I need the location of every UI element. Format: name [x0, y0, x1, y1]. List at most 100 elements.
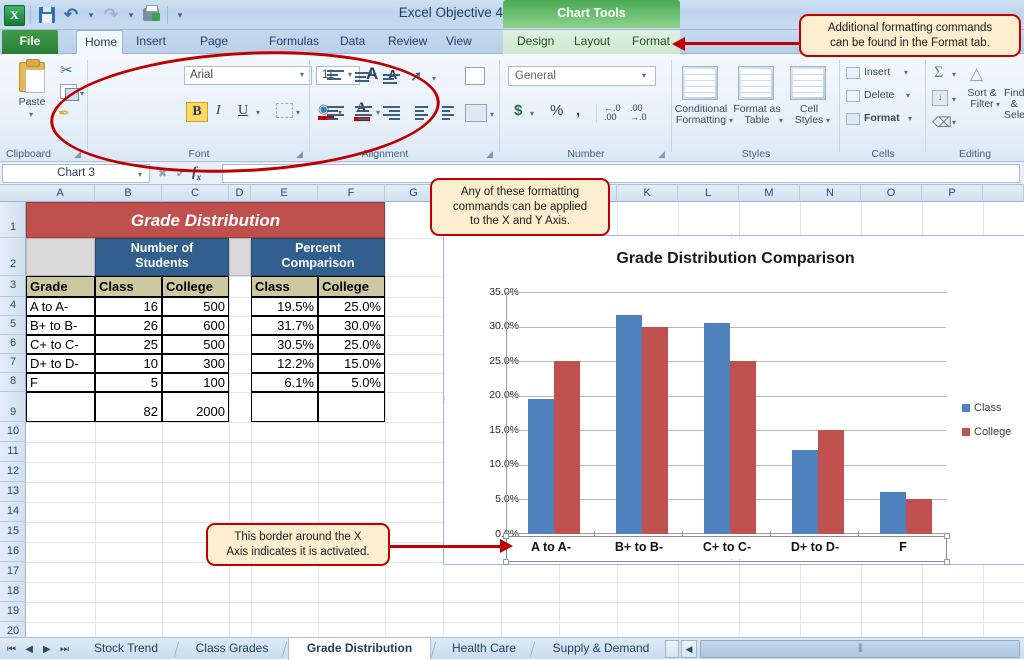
cell-class-count-4[interactable]: 10	[95, 354, 162, 373]
cell-college-percent-2[interactable]: 30.0%	[318, 316, 385, 335]
tab-view[interactable]: View	[438, 30, 478, 54]
decrease-decimal-icon[interactable]: .00 →.0	[630, 104, 647, 122]
cell-total-college-count[interactable]: 2000	[162, 392, 229, 422]
chevron-down-icon[interactable]: ▾	[904, 68, 908, 77]
plot-area[interactable]	[506, 292, 946, 534]
row-header-9[interactable]: 9	[0, 392, 26, 422]
formula-input[interactable]	[222, 164, 1020, 183]
tab-format[interactable]: Format	[625, 30, 677, 54]
row-header-10[interactable]: 10	[0, 422, 26, 442]
cell-total-college-percent[interactable]	[318, 392, 385, 422]
blank-cell-d2[interactable]	[229, 238, 251, 276]
autosum-dropdown-icon[interactable]: ▾	[952, 70, 956, 79]
row-header-3[interactable]: 3	[0, 276, 26, 297]
cell-grade-3[interactable]: C+ to C-	[26, 335, 95, 354]
alignment-dialog-launcher[interactable]: ◢	[486, 149, 496, 159]
chart-left-handle[interactable]: ⋮	[441, 396, 449, 404]
chart-title[interactable]: Grade Distribution Comparison	[444, 250, 1024, 268]
fill-dropdown-icon[interactable]: ▾	[952, 95, 956, 104]
sheet-nav-buttons[interactable]: ⏮ ◀ ▶ ⏭	[4, 641, 72, 657]
cell-class-percent-3[interactable]: 30.5%	[251, 335, 318, 354]
tab-home[interactable]: Home	[76, 30, 123, 54]
cell-class-count-5[interactable]: 5	[95, 373, 162, 392]
chevron-down-icon[interactable]: ▾	[996, 100, 1000, 109]
bar-college-3[interactable]	[730, 361, 756, 534]
row-header-2[interactable]: 2	[0, 238, 26, 276]
row-header-19[interactable]: 19	[0, 602, 26, 622]
cell-class-percent-2[interactable]: 31.7%	[251, 316, 318, 335]
number-format-dropdown-icon[interactable]: ▾	[642, 71, 669, 80]
bar-college-5[interactable]	[906, 499, 932, 534]
cell-class-count-1[interactable]: 16	[95, 297, 162, 316]
cell-total-class-percent[interactable]	[251, 392, 318, 422]
header-college-count[interactable]: College	[162, 276, 229, 297]
cell-grade-4[interactable]: D+ to D-	[26, 354, 95, 373]
table-title-cell[interactable]: Grade Distribution	[26, 202, 385, 238]
cell-college-percent-3[interactable]: 25.0%	[318, 335, 385, 354]
header-grade[interactable]: Grade	[26, 276, 95, 297]
fill-icon[interactable]: ↓	[932, 90, 948, 106]
clear-dropdown-icon[interactable]: ▾	[952, 118, 956, 127]
group-header-percent-comparison[interactable]: Percent Comparison	[251, 238, 385, 276]
tab-file[interactable]: File	[2, 30, 58, 54]
cell-class-percent-5[interactable]: 6.1%	[251, 373, 318, 392]
sheet-tab-class-grades[interactable]: Class Grades	[182, 638, 282, 660]
prev-sheet-icon[interactable]: ◀	[22, 644, 37, 655]
currency-button[interactable]: $	[514, 102, 522, 119]
name-box[interactable]: Chart 3	[2, 164, 150, 183]
sheet-tab-health-care[interactable]: Health Care	[438, 638, 530, 660]
tab-data[interactable]: Data	[332, 30, 370, 54]
header-class-count[interactable]: Class	[95, 276, 162, 297]
bar-class-2[interactable]	[616, 314, 642, 534]
column-header-m[interactable]: M	[739, 185, 800, 202]
tab-review[interactable]: Review	[380, 30, 430, 54]
row-header-18[interactable]: 18	[0, 582, 26, 602]
currency-dropdown-icon[interactable]: ▾	[530, 109, 534, 118]
cell-college-count-3[interactable]: 500	[162, 335, 229, 354]
cell-college-percent-4[interactable]: 15.0%	[318, 354, 385, 373]
cell-college-count-2[interactable]: 600	[162, 316, 229, 335]
cell-college-count-5[interactable]: 100	[162, 373, 229, 392]
bar-college-1[interactable]	[554, 361, 580, 534]
header-class-percent[interactable]: Class	[251, 276, 318, 297]
group-header-number-of-students[interactable]: Number of Students	[95, 238, 229, 276]
row-header-12[interactable]: 12	[0, 462, 26, 482]
x-axis[interactable]: A to A- B+ to B- C+ to C- D+ to D- F	[503, 531, 950, 565]
row-header-13[interactable]: 13	[0, 482, 26, 502]
column-header-q[interactable]	[983, 185, 1024, 202]
row-header-8[interactable]: 8	[0, 373, 26, 392]
chart-object[interactable]: ⋮⋮ ⋮⋮ ⋮ ⋮ Grade Distribution Comparison …	[441, 233, 1024, 566]
cell-class-percent-1[interactable]: 19.5%	[251, 297, 318, 316]
cell-grade-1[interactable]: A to A-	[26, 297, 95, 316]
column-header-l[interactable]: L	[678, 185, 739, 202]
number-format-select[interactable]: General	[508, 66, 656, 86]
bar-class-4[interactable]	[792, 449, 818, 534]
row-header-11[interactable]: 11	[0, 442, 26, 462]
sheet-tab-stock-trend[interactable]: Stock Trend	[78, 638, 174, 660]
comma-button[interactable]: ,	[576, 102, 580, 119]
chevron-down-icon[interactable]: ▾	[908, 114, 912, 123]
first-sheet-icon[interactable]: ⏮	[4, 644, 19, 655]
increase-decimal-icon[interactable]: ←.0.00	[604, 104, 621, 122]
cell-grade-2[interactable]: B+ to B-	[26, 316, 95, 335]
tab-insert[interactable]: Insert	[128, 30, 170, 54]
chevron-down-icon[interactable]: ▾	[906, 91, 910, 100]
column-header-f[interactable]: F	[318, 185, 385, 202]
number-dialog-launcher[interactable]: ◢	[658, 149, 668, 159]
column-header-k[interactable]: K	[617, 185, 678, 202]
cell-total-grade[interactable]	[26, 392, 95, 422]
row-header-5[interactable]: 5	[0, 316, 26, 335]
column-header-o[interactable]: O	[861, 185, 922, 202]
column-header-b[interactable]: B	[95, 185, 162, 202]
merge-dropdown-icon[interactable]: ▾	[490, 110, 494, 119]
cell-college-percent-1[interactable]: 25.0%	[318, 297, 385, 316]
column-header-e[interactable]: E	[251, 185, 318, 202]
legend-item-college[interactable]: College	[962, 426, 1011, 438]
row-header-15[interactable]: 15	[0, 522, 26, 542]
cell-college-count-1[interactable]: 500	[162, 297, 229, 316]
column-header-c[interactable]: C	[162, 185, 229, 202]
sheet-tab-supply-demand[interactable]: Supply & Demand	[537, 638, 665, 660]
wrap-text-icon[interactable]	[465, 67, 485, 85]
chevron-down-icon[interactable]: ▾	[826, 116, 830, 125]
bar-class-5[interactable]	[880, 491, 906, 534]
